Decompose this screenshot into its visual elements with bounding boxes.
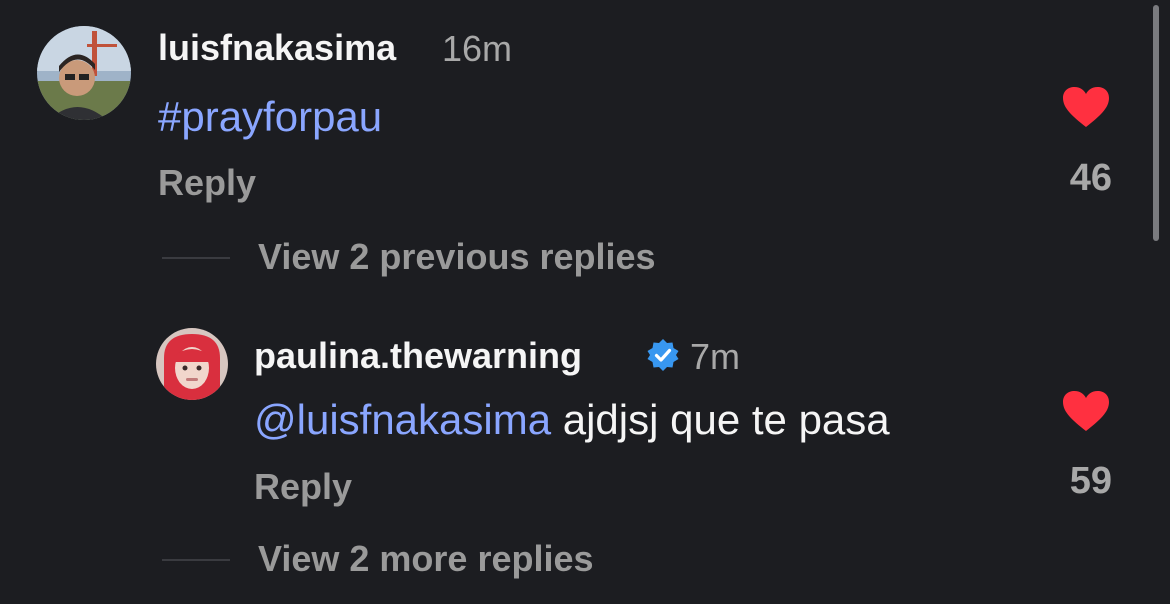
avatar-paulina-thewarning[interactable] — [156, 328, 228, 400]
view-more-replies-button[interactable]: View 2 more replies — [258, 538, 594, 580]
comment-text: #prayforpau — [158, 93, 382, 141]
scrollbar[interactable] — [1153, 5, 1159, 241]
like-count: 59 — [1069, 460, 1112, 502]
comment-username[interactable]: luisfnakasima — [158, 27, 396, 69]
view-previous-replies-button[interactable]: View 2 previous replies — [258, 236, 656, 278]
comment-text: @luisfnakasima ajdjsj que te pasa — [254, 396, 890, 444]
like-count: 46 — [1069, 157, 1112, 199]
reply-button[interactable]: Reply — [254, 466, 352, 508]
comment-text-content: ajdjsj que te pasa — [551, 396, 890, 443]
comment-timestamp: 16m — [442, 28, 513, 69]
heart-icon[interactable] — [1062, 390, 1110, 432]
verified-badge-icon — [647, 339, 679, 371]
comment-username[interactable]: paulina.thewarning — [254, 335, 582, 377]
replies-divider-line — [162, 257, 230, 259]
comment-timestamp: 7m — [690, 336, 741, 377]
reply-button[interactable]: Reply — [158, 162, 256, 204]
replies-divider-line — [162, 559, 230, 561]
avatar-luisfnakasima[interactable] — [37, 26, 131, 120]
comment-thread: luisfnakasima 16m #prayforpau Reply 46 V… — [0, 0, 1170, 604]
hashtag-link[interactable]: #prayforpau — [158, 93, 382, 140]
mention-link[interactable]: @luisfnakasima — [254, 396, 551, 443]
heart-icon[interactable] — [1062, 86, 1110, 128]
